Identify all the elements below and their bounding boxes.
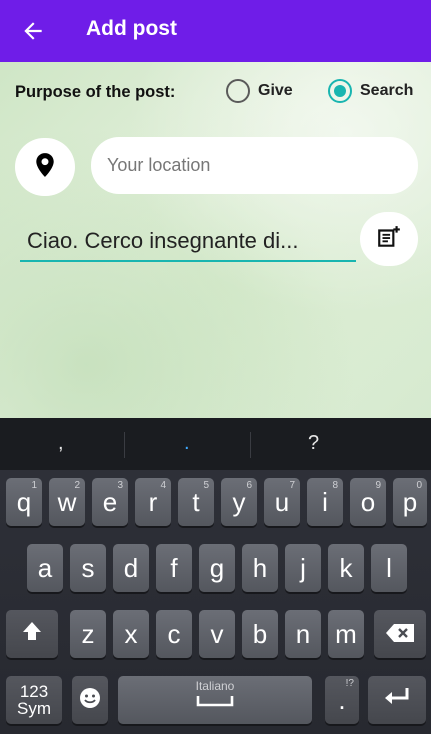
key-z[interactable]: z (70, 610, 106, 658)
back-arrow-icon[interactable] (20, 18, 46, 44)
message-field[interactable]: Ciao. Cerco insegnante di... (20, 222, 356, 262)
key-n[interactable]: n (285, 610, 321, 658)
radio-search[interactable]: Search (328, 79, 413, 103)
key-v[interactable]: v (199, 610, 235, 658)
key-x[interactable]: x (113, 610, 149, 658)
key-y[interactable]: 6y (221, 478, 257, 526)
shift-arrow-icon (20, 619, 44, 650)
add-note-button[interactable] (360, 212, 418, 266)
key-c[interactable]: c (156, 610, 192, 658)
map-pin-icon (34, 152, 56, 183)
suggestion-comma[interactable]: , (58, 432, 64, 455)
soft-keyboard: , . ? 1q 2w 3e 4r 5t 6y 7u 8i 9o 0p a s … (0, 418, 431, 734)
radio-give-circle[interactable] (226, 79, 250, 103)
enter-key[interactable] (368, 676, 426, 724)
note-add-icon (376, 224, 402, 255)
purpose-label: Purpose of the post: (15, 83, 176, 101)
radio-search-circle[interactable] (328, 79, 352, 103)
radio-give[interactable]: Give (226, 79, 293, 103)
key-p[interactable]: 0p (393, 478, 427, 526)
smiley-icon (78, 685, 102, 716)
key-j[interactable]: j (285, 544, 321, 592)
symbols-key-bottom: Sym (17, 699, 51, 718)
key-s[interactable]: s (70, 544, 106, 592)
key-q[interactable]: 1q (6, 478, 42, 526)
message-text: Ciao. Cerco insegnante di... (27, 228, 299, 253)
space-language-label: Italiano (195, 679, 235, 693)
key-f[interactable]: f (156, 544, 192, 592)
radio-give-label: Give (258, 82, 293, 99)
enter-icon (382, 685, 412, 716)
app-bar: Add post (0, 0, 431, 62)
radio-search-label: Search (360, 82, 414, 99)
key-k[interactable]: k (328, 544, 364, 592)
suggestion-divider (250, 432, 251, 458)
key-g[interactable]: g (199, 544, 235, 592)
symbols-key[interactable]: 123 Sym (6, 676, 62, 724)
key-area: 1q 2w 3e 4r 5t 6y 7u 8i 9o 0p a s d f g … (0, 470, 431, 734)
space-key[interactable]: Italiano (118, 676, 312, 724)
location-pin-button[interactable] (15, 138, 75, 196)
suggestion-question[interactable]: ? (308, 432, 319, 455)
shift-key[interactable] (6, 610, 58, 658)
form-area: Purpose of the post: Give Search Ciao. C… (0, 62, 431, 418)
key-w[interactable]: 2w (49, 478, 85, 526)
key-h[interactable]: h (242, 544, 278, 592)
key-a[interactable]: a (27, 544, 63, 592)
backspace-key[interactable] (374, 610, 426, 658)
key-m[interactable]: m (328, 610, 364, 658)
key-d[interactable]: d (113, 544, 149, 592)
key-e[interactable]: 3e (92, 478, 128, 526)
key-r[interactable]: 4r (135, 478, 171, 526)
backspace-icon (385, 619, 415, 650)
key-i[interactable]: 8i (307, 478, 343, 526)
page-title: Add post (86, 17, 177, 40)
suggestion-divider (124, 432, 125, 458)
suggestion-period[interactable]: . (184, 432, 190, 455)
emoji-key[interactable] (72, 676, 108, 724)
key-o[interactable]: 9o (350, 478, 386, 526)
symbols-key-top: 123 (19, 682, 49, 701)
key-u[interactable]: 7u (264, 478, 300, 526)
period-key[interactable]: !?. (325, 676, 359, 724)
key-b[interactable]: b (242, 610, 278, 658)
key-t[interactable]: 5t (178, 478, 214, 526)
suggestion-bar: , . ? (0, 418, 431, 470)
location-input[interactable] (91, 137, 418, 194)
key-l[interactable]: l (371, 544, 407, 592)
